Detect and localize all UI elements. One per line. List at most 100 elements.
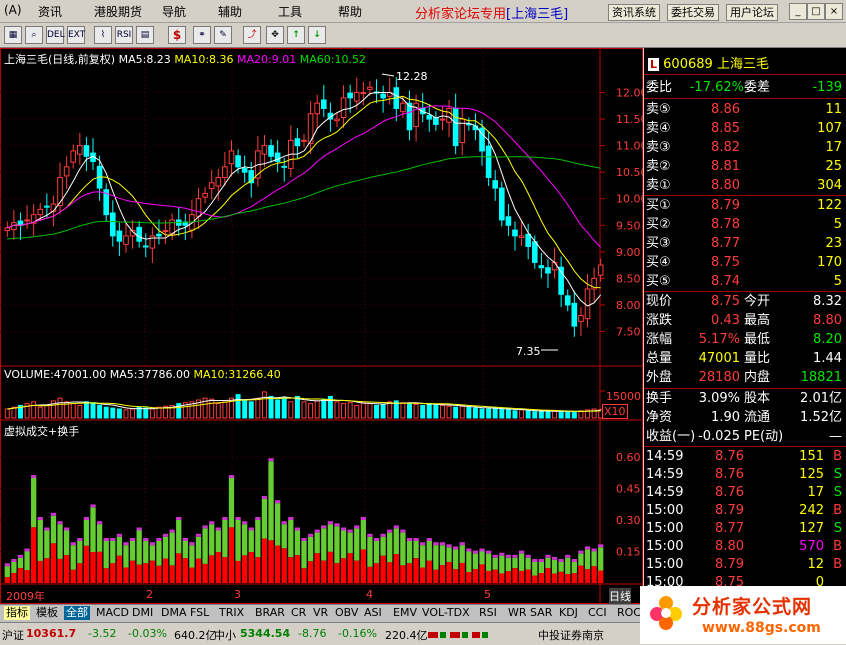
volume-bar bbox=[110, 407, 116, 419]
volume-bar bbox=[123, 409, 129, 419]
turnover-bar-red bbox=[24, 570, 30, 583]
link-icon[interactable]: ⚭ bbox=[193, 26, 211, 44]
tab-roc[interactable]: ROC bbox=[615, 606, 643, 620]
money-icon[interactable]: $ bbox=[168, 26, 186, 44]
turnover-bar-green bbox=[466, 551, 472, 572]
tab-obv[interactable]: OBV bbox=[333, 606, 360, 620]
tab-指标[interactable]: 指标 bbox=[4, 606, 30, 620]
volume-bar bbox=[347, 402, 353, 419]
tab-vr[interactable]: VR bbox=[311, 606, 330, 620]
news-system-button[interactable]: 资讯系统 bbox=[608, 4, 660, 21]
turnover-bar-cap bbox=[466, 548, 472, 552]
turnover-bar-cap bbox=[340, 527, 347, 531]
candle-body bbox=[4, 227, 11, 232]
ask-price: 8.86 bbox=[711, 102, 740, 117]
turnover-bar-red bbox=[565, 574, 571, 583]
ma5-label: MA5:8.23 bbox=[118, 53, 171, 66]
sh-pct: -0.03% bbox=[128, 627, 167, 640]
candle-body bbox=[512, 229, 518, 237]
tab-vol-tdx[interactable]: VOL-TDX bbox=[420, 606, 472, 620]
volume-bar bbox=[512, 410, 518, 419]
menu-item-nav[interactable]: 导航 bbox=[162, 3, 186, 20]
forum-button[interactable]: 用户论坛 bbox=[726, 4, 778, 21]
candle-body bbox=[571, 302, 578, 327]
tab-cr[interactable]: CR bbox=[289, 606, 308, 620]
tick-price: 8.77 bbox=[715, 521, 744, 536]
grid-icon[interactable]: ▤ bbox=[136, 26, 154, 44]
turnover-bar-red bbox=[274, 545, 281, 583]
tab-trix[interactable]: TRIX bbox=[217, 606, 246, 620]
menu-item-a[interactable]: (A) bbox=[4, 3, 22, 17]
volume-bar bbox=[538, 411, 544, 419]
menu-item-tools[interactable]: 工具 bbox=[278, 3, 302, 20]
volume-bar bbox=[97, 404, 103, 419]
turnover-bar-cap bbox=[123, 542, 129, 546]
up-icon[interactable]: ↑ bbox=[287, 26, 305, 44]
chart-icon[interactable]: ▦ bbox=[4, 26, 22, 44]
maximize-icon[interactable]: □ bbox=[807, 3, 825, 20]
edit-icon[interactable]: ✎ bbox=[214, 26, 232, 44]
turnover-bar-cap bbox=[505, 554, 512, 558]
tab-dmi[interactable]: DMI bbox=[130, 606, 155, 620]
turnover-bar-red bbox=[268, 540, 274, 583]
turnover-bar-cap bbox=[209, 521, 215, 525]
turnover-bar-red bbox=[479, 564, 485, 583]
minimize-icon[interactable]: _ bbox=[789, 3, 807, 20]
tab-全部[interactable]: 全部 bbox=[64, 606, 90, 620]
turnover-bar-red bbox=[169, 565, 175, 583]
volume-bar bbox=[407, 403, 412, 419]
turnover-bar-cap bbox=[255, 517, 261, 520]
move-icon[interactable]: ✥ bbox=[266, 26, 284, 44]
exit-icon[interactable]: EXT bbox=[67, 26, 85, 44]
tab-dma[interactable]: DMA bbox=[159, 606, 189, 620]
tab-macd[interactable]: MACD bbox=[94, 606, 131, 620]
turnover-bar-green bbox=[373, 541, 380, 564]
candle-body bbox=[123, 235, 129, 245]
export-icon[interactable]: ⤴ bbox=[243, 26, 261, 44]
candle-body bbox=[162, 230, 169, 233]
volume-bar bbox=[367, 403, 373, 419]
ma-icon[interactable]: ⌇ bbox=[94, 26, 112, 44]
tab-brar[interactable]: BRAR bbox=[253, 606, 287, 620]
zoom-icon[interactable]: ⌕ bbox=[25, 26, 43, 44]
turnover-bar-green bbox=[176, 520, 182, 554]
turnover-bar-green bbox=[400, 532, 406, 566]
tab-cci[interactable]: CCI bbox=[586, 606, 609, 620]
kline-chart-area[interactable]: 12.00 11.50 11.00 10.50 10.00 9.50 9.00 8.50 8.0… bbox=[0, 48, 648, 604]
tab-kdj[interactable]: KDJ bbox=[557, 606, 580, 620]
info-icon[interactable]: DEL bbox=[46, 26, 65, 44]
rsi-icon[interactable]: RSI bbox=[115, 26, 133, 44]
stat-row: 外盘 28180 内盘 18821 bbox=[644, 368, 846, 387]
tab-wr[interactable]: WR bbox=[506, 606, 529, 620]
menu-item-info[interactable]: 资讯 bbox=[38, 3, 62, 20]
menu-item-help[interactable]: 帮助 bbox=[338, 3, 362, 20]
turnover-bar-cap bbox=[327, 521, 334, 525]
tab-rsi[interactable]: RSI bbox=[477, 606, 499, 620]
tick-row: 15:00 8.79 242 B bbox=[644, 502, 846, 520]
tick-volume: 17 bbox=[807, 485, 824, 500]
volume-bar bbox=[433, 404, 439, 419]
down-icon[interactable]: ↓ bbox=[308, 26, 326, 44]
bid-volume: 5 bbox=[833, 274, 842, 289]
turnover-bar-green bbox=[31, 478, 37, 528]
vol-scale-label: 15000 bbox=[606, 390, 641, 403]
tab-emv[interactable]: EMV bbox=[391, 606, 419, 620]
period-label[interactable]: 日线 bbox=[609, 588, 631, 604]
menu-item-assist[interactable]: 辅助 bbox=[218, 3, 242, 20]
tab-asi[interactable]: ASI bbox=[362, 606, 384, 620]
turnover-bar-red bbox=[426, 560, 432, 583]
volume-bar bbox=[571, 412, 577, 419]
trade-button[interactable]: 委托交易 bbox=[667, 4, 719, 21]
ask-label: 卖① bbox=[646, 178, 671, 193]
menu-item-hk-futures[interactable]: 港股期货 bbox=[94, 3, 142, 20]
tick-price: 8.79 bbox=[715, 557, 744, 572]
tab-fsl[interactable]: FSL bbox=[188, 606, 211, 620]
tab-sar[interactable]: SAR bbox=[528, 606, 554, 620]
ask-row: 卖⑤ 8.86 11 bbox=[644, 100, 846, 119]
close-icon[interactable]: × bbox=[825, 3, 843, 20]
tick-side: S bbox=[833, 485, 842, 500]
turnover-bar-cap bbox=[195, 533, 202, 537]
tab-模板[interactable]: 模板 bbox=[34, 606, 60, 620]
turnover-bar-green bbox=[103, 541, 109, 569]
volume-bar bbox=[341, 403, 347, 419]
